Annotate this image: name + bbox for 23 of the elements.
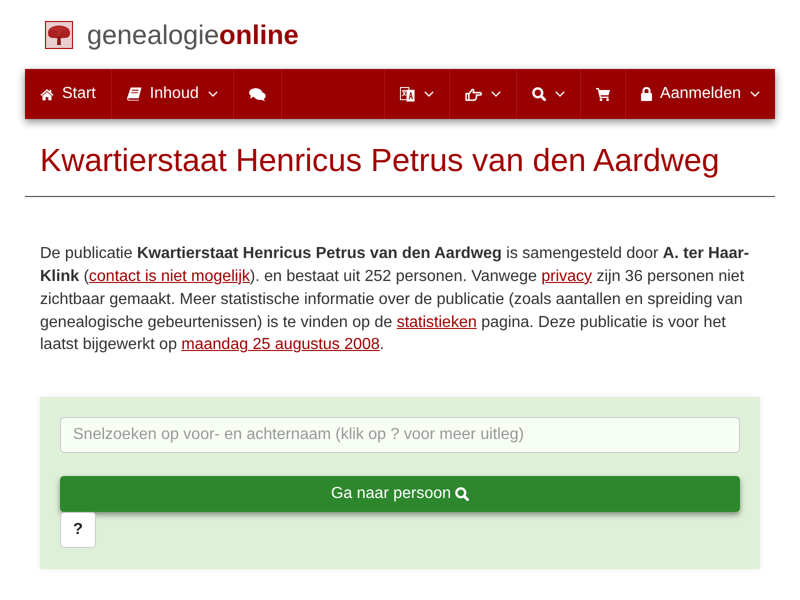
lock-icon: [641, 87, 652, 101]
search-icon: [455, 487, 470, 502]
page-title: Kwartierstaat Henricus Petrus van den Aardweg: [39, 142, 720, 178]
search-field[interactable]: Snelzoeken op voor- en achternaam (klik op ? voor meer uitleg): [60, 417, 740, 454]
pointing-hand-icon: [465, 88, 482, 100]
chat-bubbles-icon: [248, 88, 266, 100]
go-to-person-button[interactable]: Ga naar persoon: [60, 476, 740, 512]
help-button[interactable]: ?: [60, 512, 96, 548]
search-icon: [532, 87, 546, 101]
text-link[interactable]: privacy: [541, 268, 592, 285]
nav-contents-item[interactable]: Inhoud: [112, 69, 234, 119]
tree-logo-icon: [45, 20, 73, 48]
text-link[interactable]: statistieken: [396, 314, 477, 331]
text-link[interactable]: contact is niet mogelijk: [88, 268, 250, 285]
text-link[interactable]: maandag 25 augustus 2008: [181, 336, 380, 354]
book-icon: [126, 87, 142, 101]
home-icon: [40, 88, 54, 100]
intro-paragraph: De publicatie Kwartierstaat Henricus Petrus van den Aardweg is samengesteld door A. ter Haar-Klink (contact is niet mogelijk). en bestaat uit 252 personen. Vanwege privacy zijn 36 personen niet zichtbaar gemaakt. Meer statistische informatie over de publicatie (zoals aantallen en spreiding van genealogische gebeurtenissen) is te vinden op de statistieken pagina. Deze publicatie is voor het laatst bijgewerkt op maandag 25 augustus 2008.: [39, 244, 750, 356]
translate-icon: [400, 86, 416, 102]
nav-start-item[interactable]: Start: [25, 69, 112, 119]
shopping-cart-icon: [596, 88, 610, 100]
site-logo-text[interactable]: genealogieonline: [87, 18, 299, 50]
nav-login-item[interactable]: Aanmelden: [625, 69, 775, 119]
